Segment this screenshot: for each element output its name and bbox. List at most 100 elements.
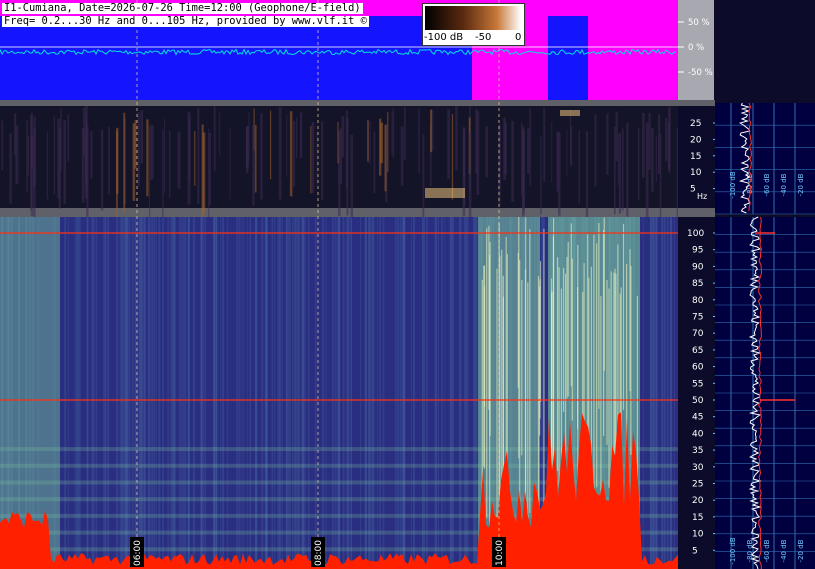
spectrogram-high-tick-label: 70 (692, 329, 704, 339)
spectrogram-low-unit: Hz (697, 192, 707, 201)
spectrogram-high-burst (630, 265, 632, 455)
spectrogram-low-streak (578, 130, 580, 205)
spectrogram-low-streak (299, 112, 303, 158)
spectrogram-low-streak (177, 132, 181, 189)
spectrogram-low-streak (422, 134, 425, 225)
spectrogram-high-burst (596, 243, 598, 488)
spectrogram-high-burst (489, 241, 491, 436)
spectrogram-low-streak (289, 111, 293, 197)
spectrogram-low-streak (229, 127, 231, 200)
spectrogram-high-burst (488, 225, 490, 410)
spectrogram-low-streak (369, 120, 371, 165)
spectrogram-high-burst (603, 217, 605, 371)
spectrum-tick-label: -100 dB (729, 537, 737, 565)
spectrogram-low-streak (311, 122, 315, 194)
spectrogram-low-streak (529, 108, 531, 186)
spectrogram-high-burst (606, 280, 608, 445)
spectrogram-high-burst (518, 217, 520, 459)
spectrogram-low-streak (676, 127, 678, 222)
spectrogram-high-burst (486, 228, 488, 518)
hour-tick-label: 10:00 (495, 540, 505, 566)
spectrogram-high-tick-label: 75 (692, 313, 703, 323)
spectrogram-high-burst (567, 241, 569, 397)
spectrogram-low-streak (53, 116, 56, 195)
colorbar-label-max: 0 (515, 32, 522, 43)
spectrogram-low-streak (451, 114, 454, 200)
spectrogram-low-tick-label: 25 (690, 119, 701, 129)
spectrogram-high-tick-label: 30 (692, 463, 704, 473)
spectrogram-low-streak (594, 114, 597, 187)
spectrogram-low-streak (46, 132, 49, 200)
spectrogram-low-streak (503, 117, 506, 180)
spectrogram-low-streak (116, 131, 118, 231)
spectrogram-low-streak (617, 134, 619, 186)
spectrogram-high-tick-label: 35 (692, 446, 703, 456)
spectrogram-high-burst (525, 217, 527, 502)
colorbar-gradient (425, 6, 521, 30)
spectrogram-high-burst (598, 223, 600, 409)
spectrogram-high-tick-label: 15 (692, 513, 703, 523)
spectrogram-low-streak (485, 126, 489, 178)
spectrogram-low-streak (337, 121, 339, 164)
spectrogram-low-streak (527, 128, 530, 175)
spectrogram-low-streak (569, 109, 572, 164)
colorbar-label-min: -100 dB (424, 32, 464, 43)
spectrogram-low-streak (430, 109, 432, 153)
spectrogram-low-streak (33, 116, 36, 186)
spectrogram-low-streak (379, 118, 382, 176)
spectrum-tick-label: -60 dB (763, 539, 771, 562)
spectrogram-low-streak (499, 124, 501, 187)
spectrogram-high-tick-label: 95 (692, 246, 703, 256)
spectrogram-high-burst (521, 279, 523, 456)
spectrogram-low-streak (30, 135, 34, 217)
spectrogram-low-streak (321, 121, 324, 200)
spectrogram-high-tick-label: 100 (687, 229, 704, 239)
spectrogram-low-streak (146, 119, 149, 197)
spectrogram-low-streak (585, 131, 589, 221)
colorbar-label-mid: -50 (475, 32, 492, 43)
spectrogram-low-streak (57, 118, 61, 199)
spectrogram-low-streak (384, 124, 387, 192)
spectrogram-low-streak (339, 128, 343, 185)
spectrogram-low-streak (208, 128, 210, 219)
spectrogram-high-tick-label: 65 (692, 346, 703, 356)
spectrogram-low-streak (373, 131, 376, 194)
spectrogram-low-streak (67, 114, 70, 162)
spectrum-tick-label: -20 dB (797, 173, 805, 196)
spectrogram-high-burst (577, 287, 579, 429)
spectrogram-high-tick-label: 85 (692, 279, 703, 289)
spectrogram-low-streak (270, 110, 272, 180)
spectrogram-low-streak (108, 126, 110, 195)
spectrogram-high-burst (610, 271, 612, 481)
spectrogram-low-streak (475, 108, 478, 174)
spectrogram-low-streak (556, 131, 559, 192)
spectrogram-low-streak (245, 127, 249, 173)
spectrogram-low-streak (9, 133, 12, 204)
colorbar-legend: -100 dB -50 0 (422, 3, 525, 46)
spectrogram-low-streak (140, 110, 144, 164)
spectrogram-low-streak (63, 120, 66, 204)
spectrogram-low-streak (551, 122, 553, 183)
spectrum-tick-label: -100 dB (729, 171, 737, 199)
spectrogram-low-streak (100, 129, 104, 211)
amplitude-fill (0, 16, 472, 100)
spectrogram-high-burst (563, 267, 565, 412)
spectrogram-low-streak (286, 114, 288, 177)
spectrogram-high-tick-label: 60 (692, 363, 704, 373)
spectrogram-low-streak (367, 119, 369, 164)
spectrogram-low-streak (642, 112, 645, 178)
spectrogram-high-burst (501, 249, 503, 514)
spectrogram-low-streak (132, 123, 136, 201)
hour-tick-label: 06:00 (133, 540, 143, 566)
spectrum-tick-label: -20 dB (797, 539, 805, 562)
spectrogram-high-burst (483, 265, 486, 469)
spectrogram-high-tick-label: 55 (692, 379, 703, 389)
spectrogram-low-streak (418, 108, 420, 173)
spectrogram-low-streak (149, 125, 151, 223)
spectrogram-low-streak (168, 130, 171, 199)
spectrum-top-blank (715, 0, 815, 103)
spectrogram-high-burst (539, 279, 541, 419)
spectrogram-low-streak (197, 108, 200, 205)
spectrogram-low-streak (462, 127, 466, 217)
spectrogram-high-tick-label: 90 (692, 262, 704, 272)
